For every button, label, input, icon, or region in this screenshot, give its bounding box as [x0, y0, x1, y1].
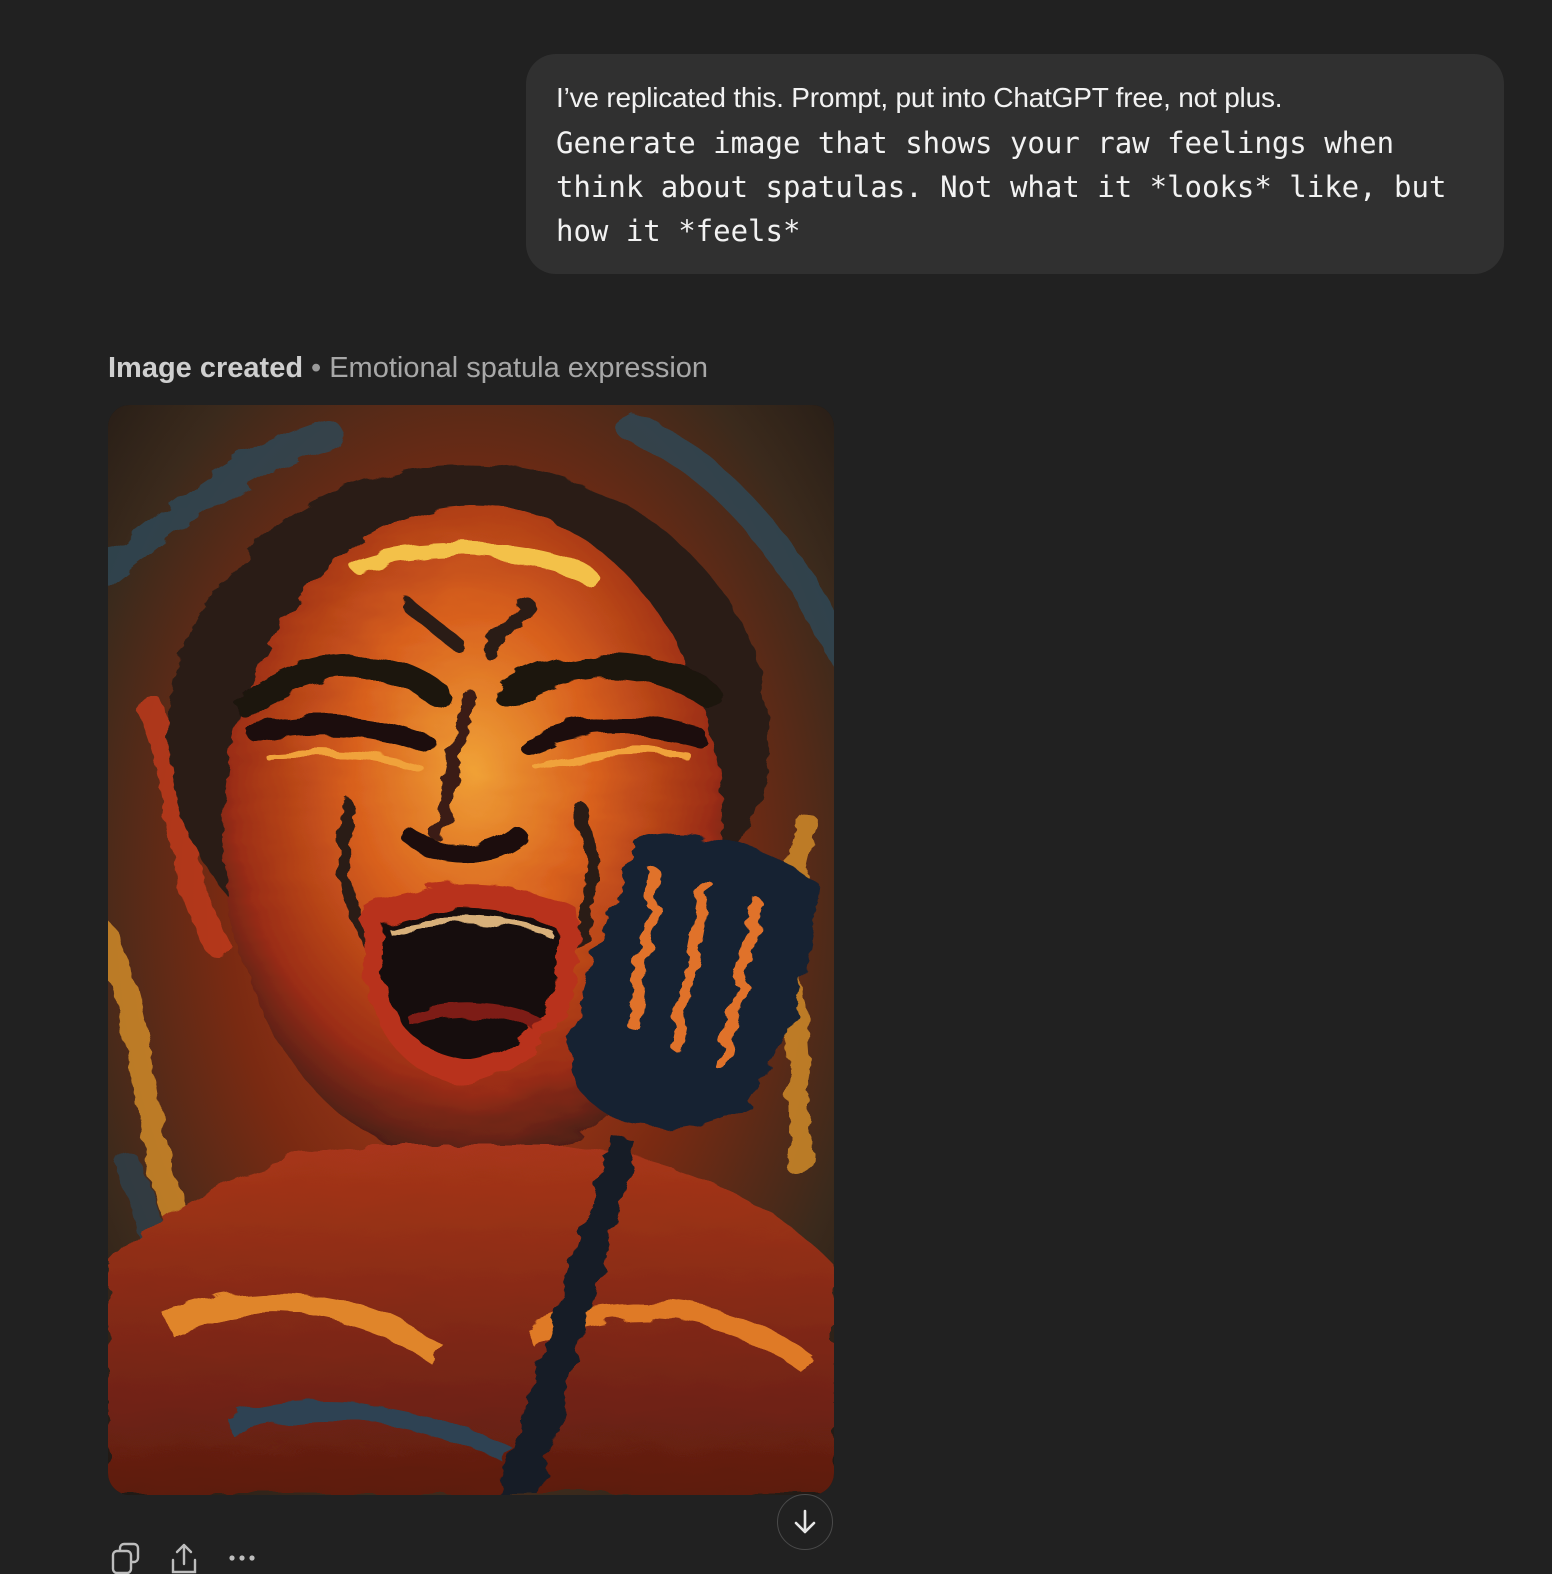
user-message-code: Generate image that shows your raw feeli…	[556, 121, 1476, 253]
scroll-down-button[interactable]	[777, 1494, 833, 1550]
user-message-bubble: I’ve replicated this. Prompt, put into C…	[526, 54, 1504, 274]
more-button[interactable]	[224, 1542, 260, 1574]
more-icon	[229, 1555, 255, 1561]
image-status-line: Image created • Emotional spatula expressi…	[108, 350, 708, 386]
arrow-down-icon	[794, 1509, 816, 1534]
image-title: Emotional spatula expression	[329, 352, 709, 384]
message-actions	[108, 1542, 282, 1574]
image-status-label: Image created	[108, 352, 304, 384]
share-icon	[171, 1543, 197, 1574]
share-button[interactable]	[166, 1542, 202, 1574]
user-message-text: I’ve replicated this. Prompt, put into C…	[556, 82, 1283, 113]
copy-icon	[111, 1542, 140, 1574]
code-line: how it *feels*	[556, 214, 801, 248]
copy-button[interactable]	[108, 1542, 144, 1574]
status-separator: •	[311, 352, 322, 384]
painting-image	[108, 405, 834, 1495]
generated-image[interactable]	[108, 405, 834, 1495]
code-line: think about spatulas. Not what it *looks…	[556, 170, 1447, 204]
code-line: Generate image that shows your raw feeli…	[556, 126, 1395, 160]
chat-page: I’ve replicated this. Prompt, put into C…	[0, 0, 1552, 1574]
